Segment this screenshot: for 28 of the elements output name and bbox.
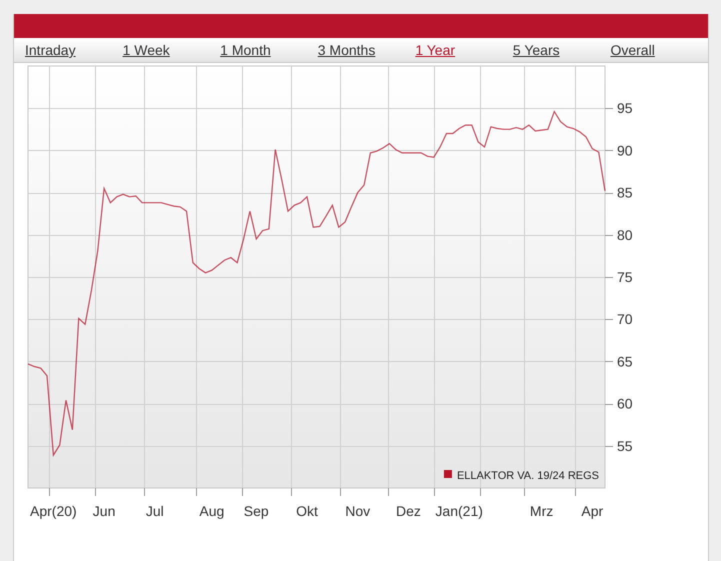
y-axis-label: 70	[617, 311, 633, 328]
x-axis-label: Nov	[345, 503, 370, 519]
x-axis-label: Apr	[581, 503, 604, 519]
legend-label: ELLAKTOR VA. 19/24 REGS	[456, 470, 599, 482]
y-axis-label: 85	[617, 184, 633, 201]
y-axis-label: 65	[617, 353, 633, 370]
x-axis-label: Jun	[92, 503, 116, 519]
period-tab[interactable]: Overall	[610, 38, 708, 62]
y-axis-label: 75	[617, 269, 633, 285]
period-tab[interactable]: 1 Year	[415, 38, 513, 62]
x-axis-label: Apr(20)	[30, 503, 77, 519]
y-axis-label: 60	[617, 396, 633, 412]
x-axis-label: Dez	[396, 503, 421, 519]
period-tab[interactable]: 5 Years	[512, 38, 610, 62]
x-axis-label: Jan(21)	[435, 503, 483, 519]
y-axis-label: 80	[617, 226, 633, 243]
x-axis-label: Sep	[244, 503, 269, 519]
y-axis-label: 55	[617, 438, 633, 454]
period-tab[interactable]: Intraday	[25, 38, 123, 62]
y-axis-label: 95	[617, 100, 633, 116]
period-tab[interactable]: 3 Months	[318, 38, 416, 62]
period-tab[interactable]: 1 Month	[220, 38, 318, 62]
x-axis-label: Okt	[296, 503, 318, 519]
x-axis-label: Mrz	[530, 503, 554, 519]
x-axis-label: Aug	[199, 503, 224, 519]
period-tab[interactable]: 1 Week	[122, 38, 220, 62]
y-axis-label: 90	[617, 142, 633, 158]
x-axis-label: Jul	[146, 503, 164, 519]
